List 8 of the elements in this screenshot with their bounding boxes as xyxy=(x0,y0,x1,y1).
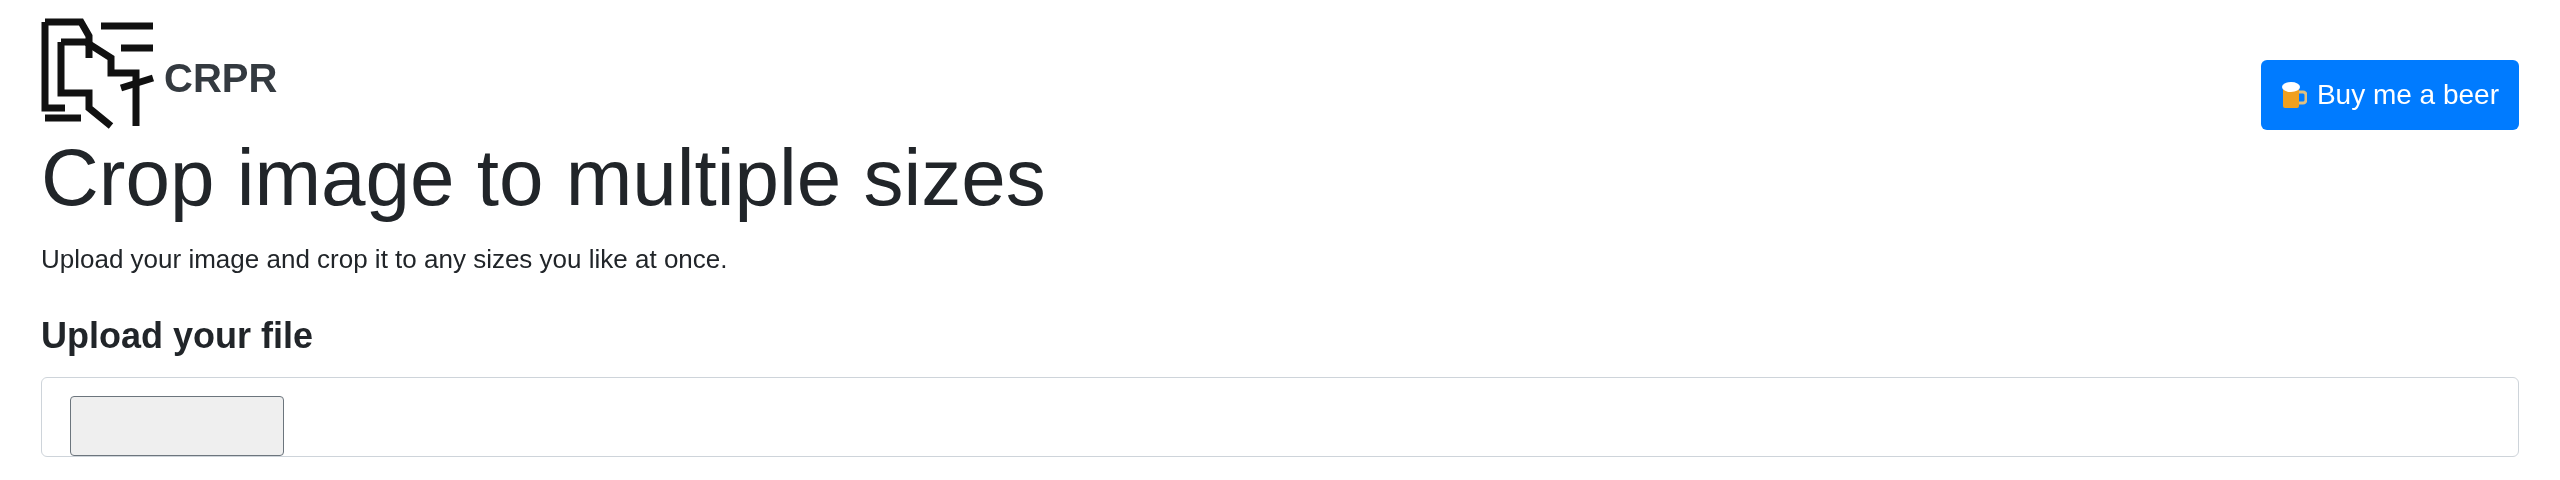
page-subtitle: Upload your image and crop it to any sizes you like at once. xyxy=(41,243,729,276)
donate-button[interactable]: Buy me a beer xyxy=(2260,60,2519,130)
page-title: Crop image to multiple sizes xyxy=(41,132,1047,224)
logo-icon xyxy=(41,18,156,130)
file-button[interactable] xyxy=(70,396,284,456)
upload-heading: Upload your file xyxy=(41,314,315,358)
beer-mug-icon xyxy=(2280,80,2307,110)
brand-name: CRPR xyxy=(164,55,278,102)
